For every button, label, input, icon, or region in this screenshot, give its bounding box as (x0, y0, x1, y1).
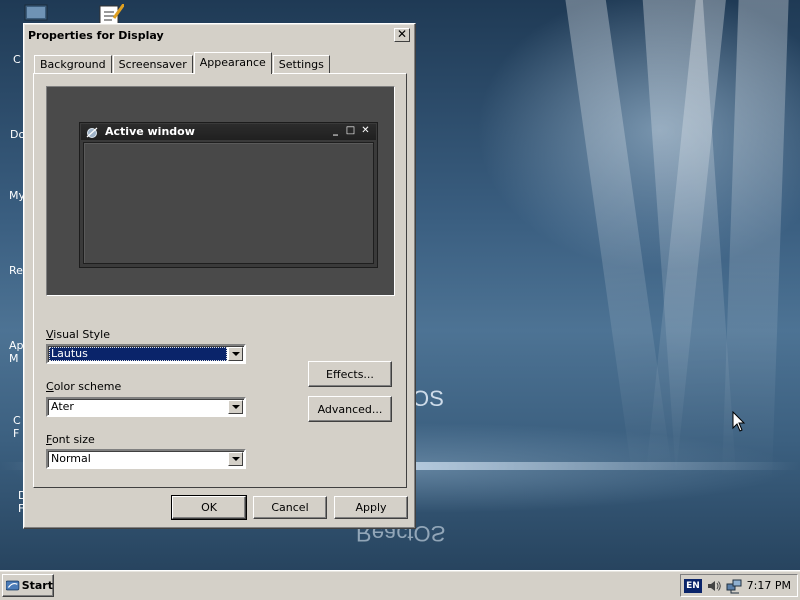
advanced-button[interactable]: Advanced... (308, 396, 392, 422)
appearance-tab-page: Active window _ □ ✕ Visual Style Lautus … (33, 73, 407, 488)
color-scheme-value: Ater (51, 400, 74, 413)
chevron-down-icon[interactable] (228, 452, 243, 466)
font-size-label: Font size (46, 433, 95, 446)
appearance-preview: Active window _ □ ✕ (46, 86, 395, 296)
start-label: Start (21, 579, 53, 592)
taskbar: Start EN 7:17 PM (0, 570, 800, 600)
font-size-select[interactable]: Normal (46, 449, 246, 469)
system-tray: EN 7:17 PM (680, 574, 798, 597)
ok-button[interactable]: OK (171, 495, 247, 520)
cancel-button-label: Cancel (271, 501, 309, 514)
desktop-icon-label[interactable]: C (13, 53, 21, 66)
apply-button-label: Apply (355, 501, 387, 514)
close-button[interactable]: ✕ (394, 28, 410, 42)
reactos-start-icon (6, 580, 20, 591)
tab-screensaver[interactable]: Screensaver (112, 55, 193, 74)
chevron-down-icon[interactable] (228, 347, 243, 361)
minimize-icon: _ (333, 125, 338, 136)
effects-button[interactable]: Effects... (308, 361, 392, 387)
effects-button-label: Effects... (326, 367, 374, 381)
visual-style-label: Visual Style (46, 328, 110, 341)
language-indicator[interactable]: EN (684, 579, 702, 593)
visual-style-select[interactable]: Lautus (46, 344, 246, 364)
clock[interactable]: 7:17 PM (747, 579, 791, 592)
light-beam (721, 0, 790, 481)
maximize-icon: □ (345, 125, 356, 136)
start-button[interactable]: Start (2, 574, 54, 597)
close-icon: ✕ (396, 27, 408, 41)
advanced-button-label: Advanced... (317, 402, 383, 416)
font-size-value: Normal (51, 452, 91, 465)
preview-window-title: Active window (105, 125, 195, 138)
ok-button-label: OK (201, 501, 217, 514)
preview-window-titlebar: Active window _ □ ✕ (81, 124, 376, 140)
color-scheme-select[interactable]: Ater (46, 397, 246, 417)
desktop-icon-label[interactable]: Ap M (9, 339, 24, 365)
apply-button[interactable]: Apply (334, 496, 408, 519)
mouse-cursor-icon (732, 411, 746, 432)
tab-strip: Background Screensaver Appearance Settin… (34, 52, 331, 74)
volume-icon[interactable] (706, 578, 722, 594)
preview-window: Active window _ □ ✕ (79, 122, 378, 268)
display-properties-dialog: Properties for Display ✕ Background Scre… (23, 23, 416, 529)
window-app-icon (86, 127, 98, 138)
desktop-logo: OS (412, 386, 444, 411)
dialog-title: Properties for Display (28, 28, 164, 42)
tab-settings[interactable]: Settings (272, 55, 330, 74)
tab-background[interactable]: Background (34, 55, 112, 74)
color-scheme-label: Color scheme (46, 380, 122, 393)
dialog-titlebar[interactable]: Properties for Display ✕ (26, 26, 413, 44)
close-icon: ✕ (361, 125, 370, 136)
desktop-icon-label[interactable]: C F (13, 414, 21, 440)
preview-window-client (83, 142, 374, 264)
network-icon[interactable] (726, 578, 742, 594)
cancel-button[interactable]: Cancel (253, 496, 327, 519)
desktop-icon-label[interactable]: Re (9, 264, 23, 277)
visual-style-value: Lautus (49, 347, 227, 361)
chevron-down-icon[interactable] (228, 400, 243, 414)
tab-appearance[interactable]: Appearance (193, 52, 272, 74)
